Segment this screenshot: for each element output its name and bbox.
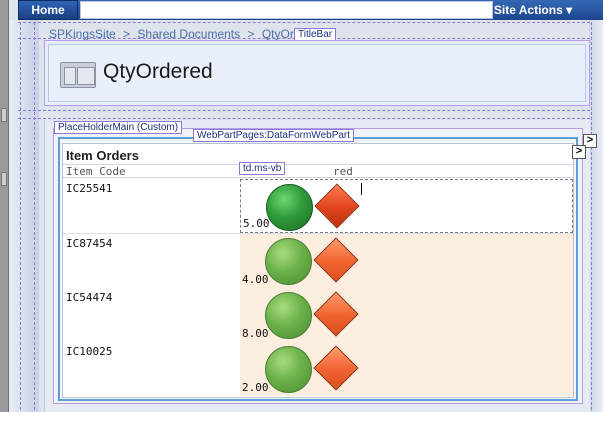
table-header-row: Item Code red	[63, 164, 573, 178]
titlebar-inner: QtyOrdered	[48, 44, 586, 102]
designer-guide	[18, 118, 590, 119]
top-nav-empty-area	[80, 1, 493, 19]
home-tab[interactable]: Home	[18, 0, 78, 20]
gutter-handle[interactable]	[1, 108, 7, 122]
cell-designer-tag[interactable]: td.ms-vb	[239, 162, 286, 175]
qty-cell[interactable]: 2.00	[240, 342, 573, 396]
designer-guide	[20, 22, 21, 410]
green-circle-icon	[265, 292, 312, 339]
placeholder-main-tag[interactable]: PlaceHolderMain (Custom)	[54, 121, 183, 134]
table-row[interactable]: IC54474 8.00	[63, 288, 573, 342]
orange-diamond-icon	[313, 237, 359, 283]
qty-cell[interactable]: 5.00	[240, 179, 573, 233]
titlebar-zone[interactable]: QtyOrdered	[44, 40, 590, 106]
page-title: QtyOrdered	[103, 60, 213, 83]
qty-value: 5.00	[243, 217, 270, 230]
gutter-handle[interactable]	[1, 172, 7, 186]
green-circle-icon	[265, 238, 312, 285]
item-code: IC10025	[66, 345, 113, 358]
item-code-cell: IC10025	[63, 342, 240, 396]
breadcrumb-separator: >	[123, 27, 131, 41]
item-code-cell: IC87454	[63, 234, 240, 288]
text-cursor	[361, 183, 362, 195]
column-header-item-code[interactable]: Item Code	[66, 165, 126, 178]
table-row[interactable]: IC87454 4.00	[63, 234, 573, 288]
item-code: IC54474	[66, 291, 113, 304]
item-code-cell: IC54474	[63, 288, 240, 342]
designer-left-gutter	[0, 0, 9, 412]
column-header-qty[interactable]: red	[333, 165, 353, 178]
breadcrumb-separator: >	[247, 27, 255, 41]
item-code: IC25541	[66, 182, 113, 195]
green-circle-icon	[266, 184, 313, 231]
orange-diamond-icon	[313, 345, 359, 391]
caret-down-icon: ▾	[566, 3, 573, 17]
designer-guide	[591, 22, 592, 410]
qty-cell[interactable]: 4.00	[240, 234, 573, 288]
designer-guide	[18, 110, 590, 111]
item-code: IC87454	[66, 237, 113, 250]
designer-guide	[34, 22, 35, 410]
site-actions-menu[interactable]: Site Actions ▾	[479, 0, 587, 20]
table-row[interactable]: IC25541 5.00	[63, 179, 573, 233]
item-code-cell: IC25541	[63, 179, 240, 233]
table-row[interactable]: IC10025 2.00	[63, 342, 573, 396]
webpart-designer-tag[interactable]: WebPartPages:DataFormWebPart	[193, 129, 355, 142]
orange-diamond-icon	[313, 291, 359, 337]
breadcrumb: SPKingsSite > Shared Documents > QtyOrd	[49, 27, 301, 41]
green-circle-icon	[265, 346, 312, 393]
qty-value: 2.00	[242, 381, 269, 394]
expand-arrow-button[interactable]: >	[572, 145, 586, 159]
qty-value: 8.00	[242, 327, 269, 340]
qty-value: 4.00	[242, 273, 269, 286]
orange-diamond-icon	[314, 183, 360, 229]
breadcrumb-item[interactable]: Shared Documents	[137, 27, 240, 41]
top-navigation-bar: Home Site Actions ▾	[18, 0, 603, 20]
qty-cell[interactable]: 8.00	[240, 288, 573, 342]
site-actions-label: Site Actions	[493, 3, 563, 17]
designer-guide	[18, 22, 590, 23]
page-layout-icon	[60, 62, 96, 88]
table-heading: Item Orders	[66, 148, 139, 163]
breadcrumb-item[interactable]: SPKingsSite	[49, 27, 116, 41]
